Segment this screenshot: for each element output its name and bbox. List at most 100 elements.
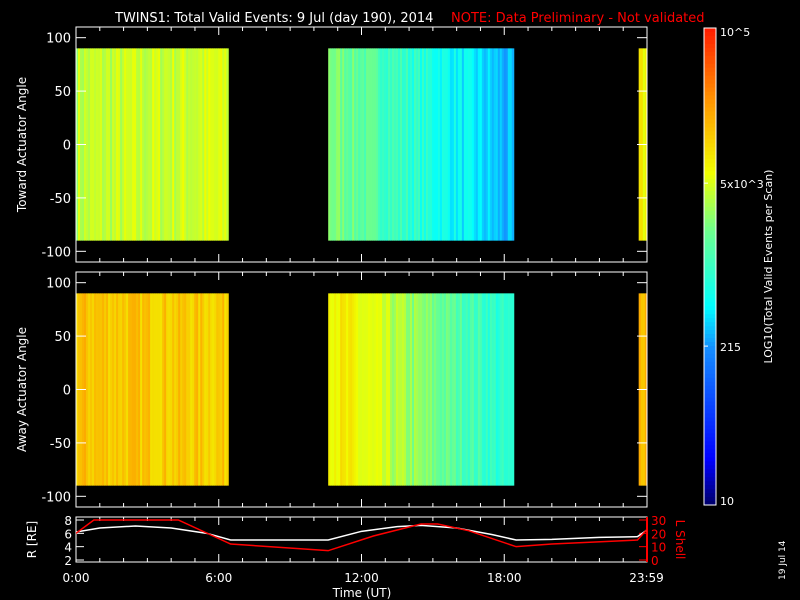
colorbar-segment: [704, 171, 716, 176]
y-tick-label: 50: [54, 330, 71, 345]
colorbar-segment: [704, 95, 716, 101]
y-axis-label: Toward Actuator Angle: [15, 77, 29, 213]
colorbar-segment: [704, 306, 716, 311]
colorbar-segment: [704, 123, 716, 128]
y-axis-label: Away Actuator Angle: [15, 327, 29, 452]
colorbar-segment: [704, 413, 716, 419]
colorbar-segment: [704, 242, 716, 248]
colorbar-segment: [704, 437, 716, 442]
colorbar-segment: [704, 155, 716, 160]
colorbar-segment: [704, 473, 716, 478]
colorbar-segment: [704, 349, 716, 355]
colorbar-segment: [704, 127, 716, 132]
lshell-tick-label: 0: [651, 554, 659, 568]
colorbar-segment: [704, 381, 716, 387]
colorbar-segment: [704, 429, 716, 434]
colorbar-segment: [704, 338, 716, 343]
colorbar-segment: [704, 151, 716, 156]
colorbar-segment: [704, 361, 716, 367]
colorbar-segment: [704, 198, 716, 204]
colorbar-segment: [704, 393, 716, 399]
colorbar-segment: [704, 409, 716, 415]
colorbar-segment: [704, 441, 716, 446]
heatmap-stripe: [226, 48, 229, 241]
r-tick-label: 6: [64, 527, 72, 541]
colorbar-segment: [704, 91, 716, 97]
colorbar-segment: [704, 190, 716, 196]
colorbar-segment: [704, 421, 716, 426]
colorbar-segment: [704, 194, 716, 200]
r-tick-label: 2: [64, 554, 72, 568]
colorbar-segment: [704, 99, 716, 105]
r-axis-label: R [RE]: [25, 521, 39, 558]
colorbar-segment: [704, 453, 716, 458]
colorbar-segment: [704, 286, 716, 291]
twins-plot: TWINS1: Total Valid Events: 9 Jul (day 1…: [15, 11, 788, 600]
colorbar-segment: [704, 79, 716, 85]
lshell-tick-label: 10: [651, 541, 666, 555]
colorbar-segment: [704, 139, 716, 144]
colorbar-segment: [704, 28, 716, 33]
colorbar-segment: [704, 497, 716, 502]
preliminary-note: NOTE: Data Preliminary - Not validated: [451, 11, 705, 26]
colorbar-segment: [704, 159, 716, 164]
colorbar-segment: [704, 314, 716, 319]
colorbar-segment: [704, 218, 716, 224]
colorbar-segment: [704, 210, 716, 216]
side-date: 19 Jul 14: [778, 540, 788, 580]
colorbar-segment: [704, 103, 716, 108]
heatmap-stripe: [511, 293, 515, 486]
colorbar-segment: [704, 282, 716, 287]
colorbar-segment: [704, 493, 716, 498]
colorbar-segment: [704, 425, 716, 430]
colorbar-segment: [704, 222, 716, 228]
colorbar-segment: [704, 47, 716, 53]
colorbar-segment: [704, 457, 716, 462]
colorbar-segment: [704, 167, 716, 172]
y-tick-label: -100: [41, 245, 71, 260]
colorbar-segment: [704, 43, 716, 49]
colorbar-segment: [704, 377, 716, 383]
colorbar-segment: [704, 234, 716, 240]
colorbar-segment: [704, 147, 716, 152]
colorbar-segment: [704, 119, 716, 124]
colorbar-segment: [704, 75, 716, 81]
colorbar-segment: [704, 83, 716, 89]
colorbar-segment: [704, 385, 716, 391]
colorbar-segment: [704, 465, 716, 470]
colorbar-segment: [704, 365, 716, 371]
colorbar-segment: [704, 39, 716, 45]
colorbar-segment: [704, 135, 716, 140]
colorbar-segment: [704, 143, 716, 148]
x-tick-label: 6:00: [205, 571, 232, 585]
colorbar-segment: [704, 334, 716, 339]
x-tick-label: 23:59: [629, 571, 664, 585]
y-tick-label: -50: [50, 437, 71, 452]
colorbar-segment: [704, 373, 716, 379]
colorbar-segment: [704, 111, 716, 116]
colorbar-segment: [704, 214, 716, 220]
colorbar-segment: [704, 131, 716, 136]
heatmap-stripe: [511, 48, 515, 241]
colorbar-segment: [704, 175, 716, 180]
colorbar-segment: [704, 433, 716, 438]
colorbar-tick-label: 10^5: [720, 26, 750, 39]
colorbar-segment: [704, 318, 716, 323]
colorbar-segment: [704, 389, 716, 395]
colorbar-segment: [704, 397, 716, 403]
colorbar-segment: [704, 206, 716, 212]
colorbar-segment: [704, 35, 716, 41]
y-tick-label: 100: [46, 277, 71, 292]
x-tick-label: 0:00: [63, 571, 90, 585]
colorbar-segment: [704, 55, 716, 61]
y-tick-label: -100: [41, 490, 71, 505]
lshell-tick-label: 20: [651, 527, 666, 541]
colorbar-tick-label: 215: [720, 341, 741, 354]
colorbar-segment: [704, 246, 716, 252]
colorbar-segment: [704, 485, 716, 490]
y-tick-label: 50: [54, 85, 71, 100]
colorbar-segment: [704, 258, 716, 264]
colorbar-segment: [704, 63, 716, 69]
colorbar-segment: [704, 298, 716, 303]
colorbar-segment: [704, 226, 716, 232]
